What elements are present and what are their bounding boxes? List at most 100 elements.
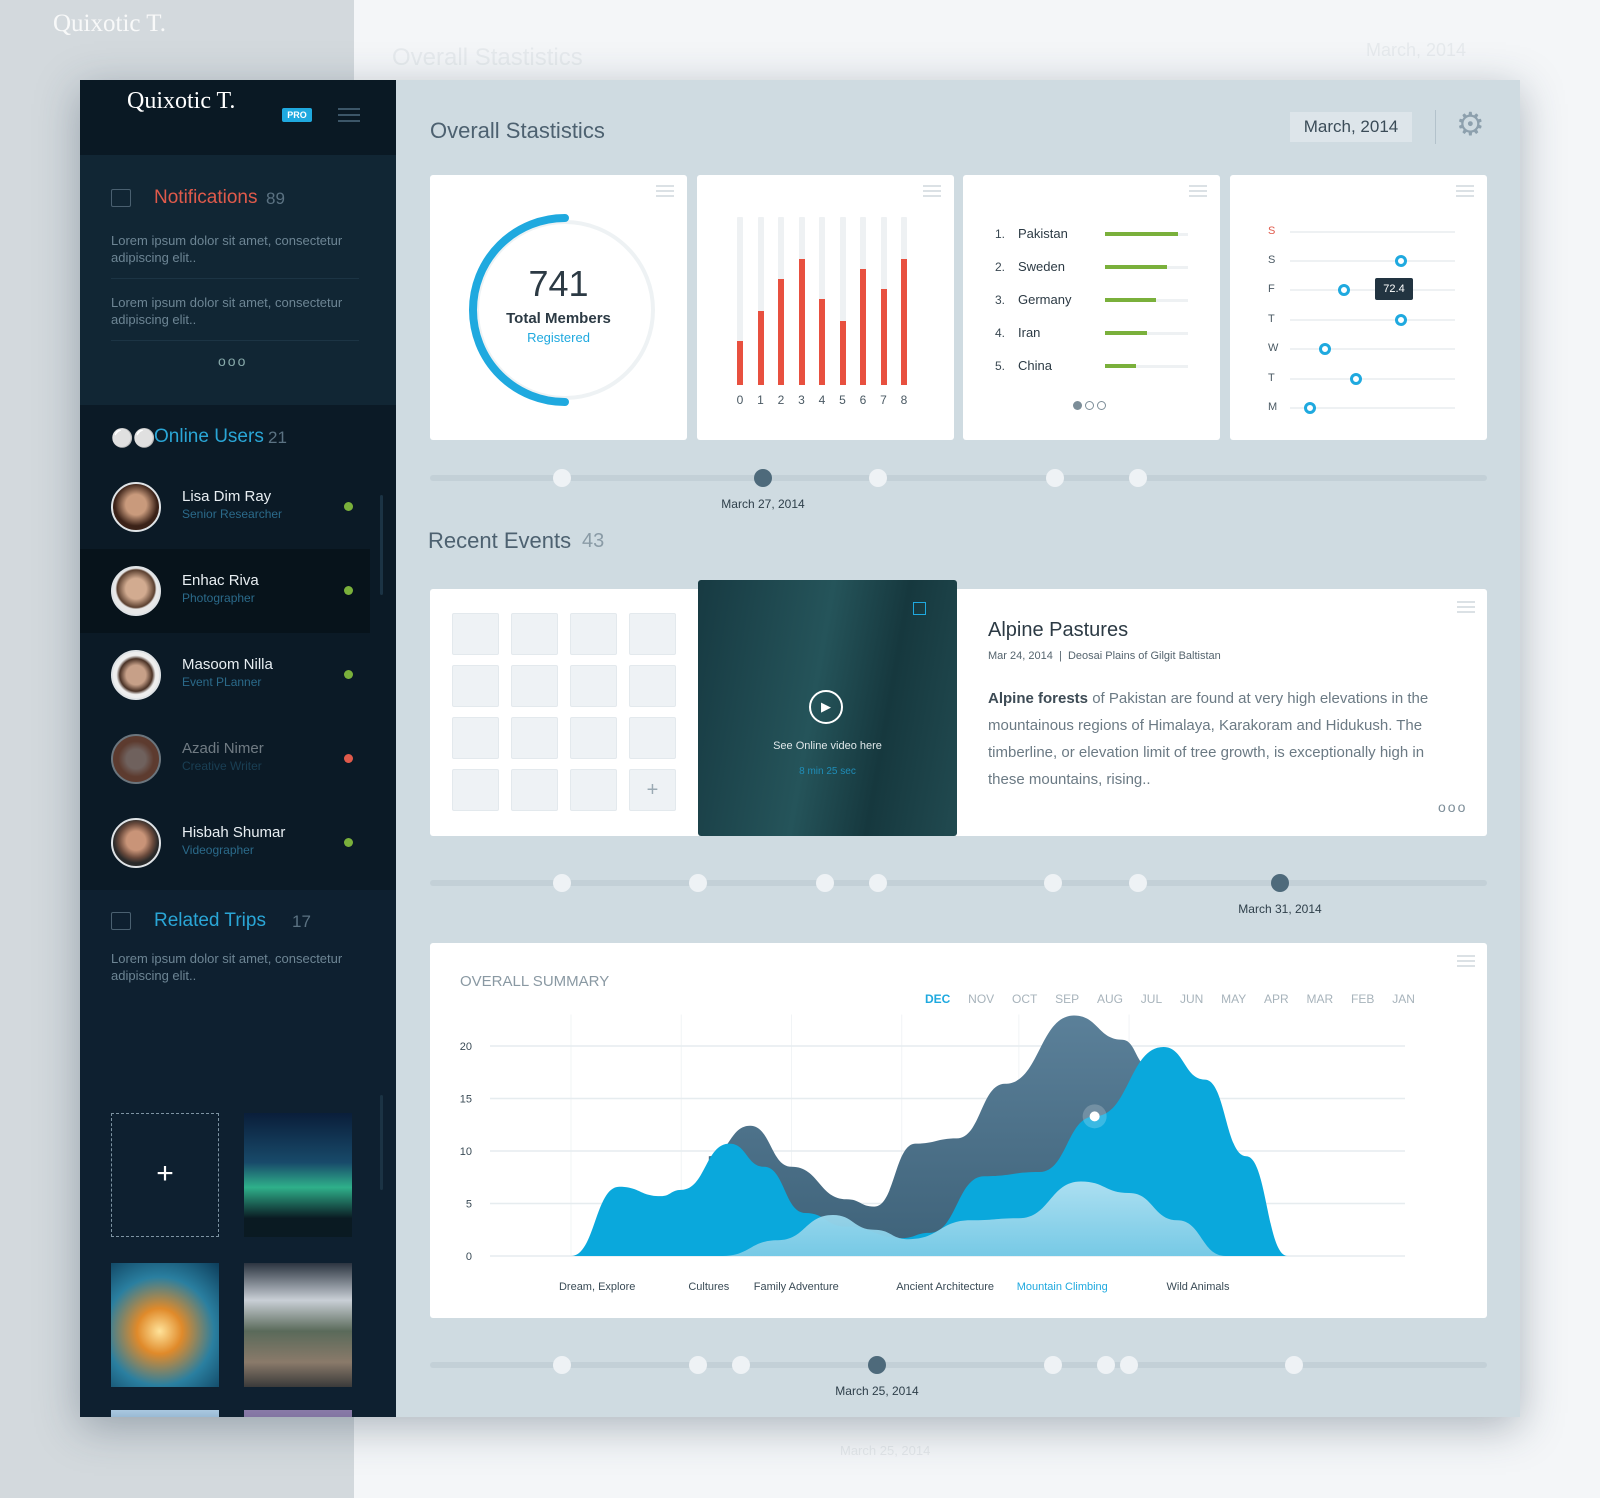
timeline-dot-active[interactable] <box>868 1356 886 1374</box>
notification-item[interactable]: Lorem ipsum dolor sit amet, consectetur … <box>111 232 361 266</box>
timeline-dot[interactable] <box>1129 874 1147 892</box>
x-category-label[interactable]: Mountain Climbing <box>1017 1281 1108 1293</box>
timeline-date-label: March 31, 2014 <box>1238 902 1322 916</box>
notifications-title[interactable]: Notifications <box>154 187 258 209</box>
user-row-selected[interactable]: Enhac Riva Photographer <box>80 549 370 633</box>
video-card[interactable]: ▶ See Online video here 8 min 25 sec <box>698 580 957 836</box>
slider-knob[interactable] <box>1318 343 1331 355</box>
more-notifications-button[interactable]: ooo <box>218 353 247 369</box>
user-row[interactable]: Lisa Dim Ray Senior Researcher <box>80 465 370 549</box>
timeline-dot[interactable] <box>1097 1356 1115 1374</box>
related-trips-title[interactable]: Related Trips <box>154 910 266 932</box>
timeline-dot[interactable] <box>553 874 571 892</box>
card-menu-icon[interactable] <box>1457 601 1475 613</box>
x-category-label[interactable]: Wild Animals <box>1167 1281 1230 1293</box>
timeline-dot-active[interactable] <box>754 469 772 487</box>
photo-thumbnail[interactable] <box>511 665 558 707</box>
slider-knob[interactable] <box>1303 402 1316 414</box>
x-category-label[interactable]: Cultures <box>688 1281 729 1293</box>
bar[interactable] <box>757 311 764 385</box>
bar[interactable] <box>819 299 825 385</box>
bar[interactable] <box>798 259 805 385</box>
country-rank: 4. <box>995 326 1006 340</box>
trip-image-wave[interactable] <box>111 1263 219 1387</box>
photo-thumbnail[interactable] <box>570 613 617 655</box>
bar[interactable] <box>778 279 784 385</box>
photo-thumbnail[interactable] <box>511 769 558 811</box>
day-label: M <box>1268 401 1278 413</box>
app-logo: Quixotic T. <box>127 88 236 114</box>
timeline-dot[interactable] <box>869 469 887 487</box>
photo-thumbnail[interactable] <box>452 665 499 707</box>
add-photo-button[interactable]: + <box>629 769 676 811</box>
timeline-dot[interactable] <box>553 469 571 487</box>
pagination-dots[interactable] <box>1073 401 1106 410</box>
photo-thumbnail[interactable] <box>511 613 558 655</box>
timeline-dot[interactable] <box>689 874 707 892</box>
page-dot-active[interactable] <box>1073 401 1082 410</box>
online-users-title[interactable]: Online Users <box>154 426 264 448</box>
bar[interactable] <box>880 289 887 385</box>
timeline-dot[interactable] <box>553 1356 571 1374</box>
photo-thumbnail[interactable] <box>629 717 676 759</box>
photo-thumbnail[interactable] <box>570 769 617 811</box>
photo-thumbnail[interactable] <box>629 613 676 655</box>
timeline-dot[interactable] <box>1120 1356 1138 1374</box>
user-row[interactable]: Azadi Nimer Creative Writer <box>80 717 370 801</box>
slider-knob[interactable] <box>1350 373 1362 385</box>
timeline-dot[interactable] <box>1046 469 1064 487</box>
more-button[interactable]: ooo <box>1438 799 1467 815</box>
users-scrollbar[interactable] <box>380 495 383 595</box>
gear-icon[interactable]: ⚙ <box>1456 108 1485 140</box>
photo-thumbnail[interactable] <box>452 769 499 811</box>
trip-image-mountains[interactable] <box>244 1410 352 1417</box>
bar[interactable] <box>737 341 743 385</box>
hamburger-menu-icon[interactable] <box>338 108 360 122</box>
timeline-dot[interactable] <box>1044 1356 1062 1374</box>
event-title[interactable]: Alpine Pastures <box>988 619 1128 642</box>
bar[interactable] <box>901 259 907 385</box>
timeline-dot[interactable] <box>1285 1356 1303 1374</box>
user-row[interactable]: Hisbah Shumar Videographer <box>80 801 370 885</box>
photo-thumbnail[interactable] <box>511 717 558 759</box>
slider-knob[interactable] <box>1394 314 1407 326</box>
timeline-dot[interactable] <box>1044 874 1062 892</box>
bar[interactable] <box>860 269 866 385</box>
page-dot[interactable] <box>1097 401 1106 410</box>
timeline-dot[interactable] <box>816 874 834 892</box>
photo-thumbnail[interactable] <box>629 665 676 707</box>
notifications-icon <box>111 189 131 207</box>
timeline-dot[interactable] <box>732 1356 750 1374</box>
add-trip-button[interactable]: + <box>111 1113 219 1237</box>
user-row[interactable]: Masoom Nilla Event PLanner <box>80 633 370 717</box>
day-label: T <box>1268 372 1275 384</box>
date-picker[interactable]: March, 2014 <box>1290 112 1412 142</box>
timeline-dot[interactable] <box>869 874 887 892</box>
video-duration: 8 min 25 sec <box>799 766 856 777</box>
timeline-dot-active[interactable] <box>1271 874 1289 892</box>
play-icon[interactable]: ▶ <box>809 690 843 724</box>
trip-image-glacier[interactable] <box>111 1410 219 1417</box>
photo-thumbnail[interactable] <box>570 665 617 707</box>
x-category-label[interactable]: Ancient Architecture <box>896 1281 994 1293</box>
slider-knob[interactable] <box>1394 255 1407 267</box>
trip-image-aurora[interactable] <box>244 1113 352 1237</box>
country-name: Pakistan <box>1018 226 1068 241</box>
timeline-dot[interactable] <box>689 1356 707 1374</box>
timeline-dot[interactable] <box>1129 469 1147 487</box>
x-category-label[interactable]: Dream, Explore <box>559 1281 635 1293</box>
photo-thumbnail[interactable] <box>452 717 499 759</box>
timeline-date-label: March 25, 2014 <box>835 1384 919 1398</box>
bar[interactable] <box>839 321 846 385</box>
notifications-section: Notifications 89 Lorem ipsum dolor sit a… <box>80 155 396 405</box>
x-category-label[interactable]: Family Adventure <box>754 1281 839 1293</box>
photo-thumbnail[interactable] <box>452 613 499 655</box>
trips-scrollbar[interactable] <box>380 1095 383 1190</box>
country-bar <box>1105 232 1179 236</box>
expand-icon[interactable] <box>913 602 926 615</box>
notification-item[interactable]: Lorem ipsum dolor sit amet, consectetur … <box>111 294 361 328</box>
trip-image-road[interactable] <box>244 1263 352 1387</box>
slider-knob[interactable] <box>1338 284 1351 296</box>
photo-thumbnail[interactable] <box>570 717 617 759</box>
page-dot[interactable] <box>1085 401 1094 410</box>
